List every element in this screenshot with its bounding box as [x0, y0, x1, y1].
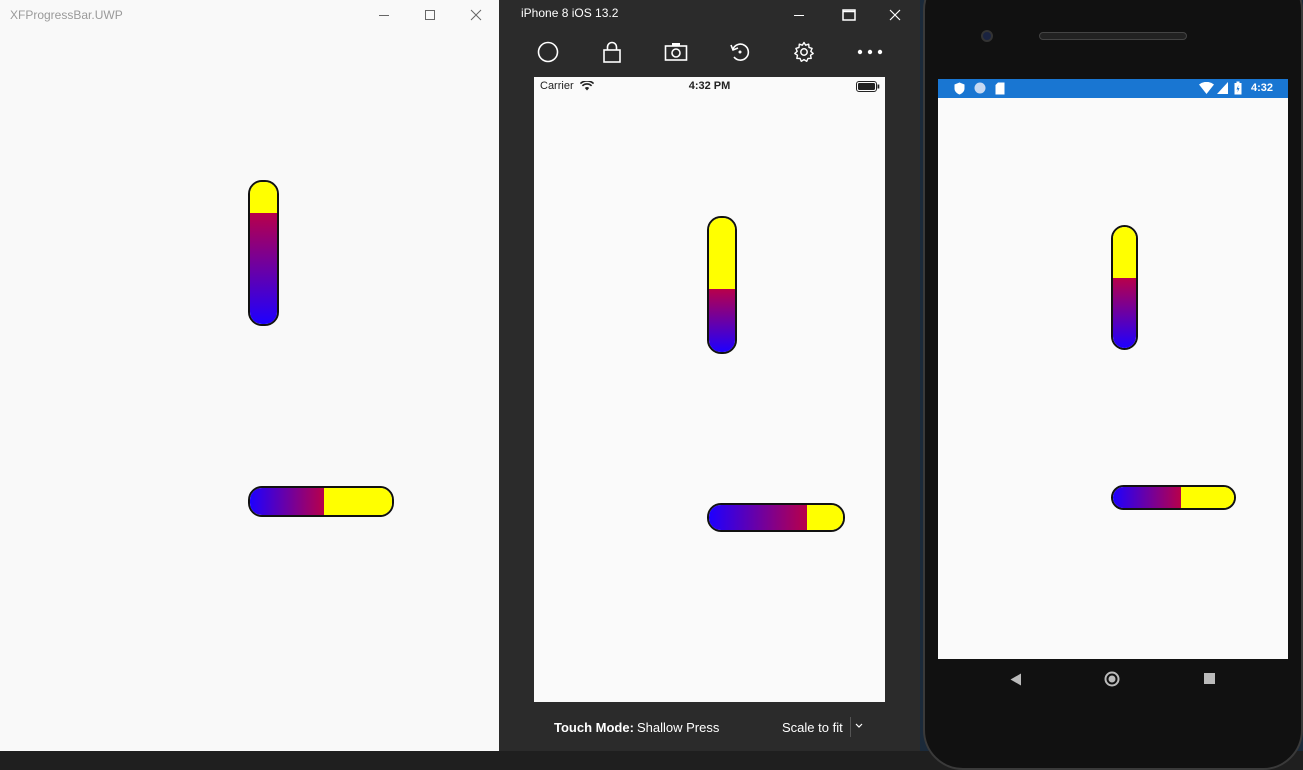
progress-fill — [1113, 487, 1181, 508]
ios-footer-bar: Touch Mode: Shallow Press Scale to fit — [499, 705, 920, 751]
horizontal-progress-bar — [707, 503, 845, 532]
speaker-grille — [1039, 32, 1187, 40]
progress-track — [806, 505, 843, 530]
recents-square-icon[interactable] — [1204, 673, 1215, 684]
horizontal-progress-bar — [248, 486, 394, 517]
back-triangle-icon[interactable] — [1010, 673, 1022, 686]
ios-time: 4:32 PM — [688, 80, 731, 92]
maximize-icon — [425, 10, 435, 20]
progress-track — [709, 218, 735, 290]
ios-close-button[interactable] — [875, 0, 915, 30]
maximize-button[interactable] — [407, 0, 453, 30]
progress-track — [250, 182, 277, 214]
ios-device-screen[interactable]: Carrier 4:32 PM — [534, 77, 885, 702]
circle-icon — [974, 82, 986, 94]
maximize-icon — [842, 9, 856, 21]
uwp-window: XFProgressBar.UWP — [0, 0, 499, 751]
progress-track — [1180, 487, 1234, 508]
touch-mode-value[interactable]: Shallow Press — [637, 720, 719, 735]
ios-simulator-window: iPhone 8 iOS 13.2 Carrier 4:32 PM Touch … — [499, 0, 920, 751]
vertical-progress-bar — [248, 180, 279, 326]
ios-maximize-button[interactable] — [829, 0, 869, 30]
progress-fill — [1113, 277, 1136, 348]
android-status-bar: 4:32 — [938, 79, 1288, 98]
minimize-button[interactable] — [361, 0, 407, 30]
close-icon — [889, 9, 901, 21]
progress-fill — [709, 289, 735, 352]
signal-icon — [1217, 82, 1228, 94]
ios-window-title: iPhone 8 iOS 13.2 — [521, 6, 619, 20]
android-time: 4:32 — [1251, 82, 1274, 94]
lock-icon — [603, 41, 621, 63]
uwp-window-title: XFProgressBar.UWP — [10, 8, 123, 22]
battery-charging-icon — [1234, 81, 1242, 95]
horizontal-progress-bar — [1111, 485, 1236, 510]
progress-track — [1113, 227, 1136, 278]
wifi-icon — [1199, 82, 1214, 94]
camera-lens-icon — [981, 30, 993, 42]
minimize-icon — [794, 15, 804, 16]
gear-icon — [794, 41, 814, 62]
more-button[interactable] — [850, 32, 890, 72]
ios-status-bar: Carrier 4:32 PM — [534, 77, 885, 97]
close-icon — [470, 9, 482, 21]
more-icon — [857, 49, 883, 55]
settings-button[interactable] — [784, 32, 824, 72]
sd-card-icon — [995, 82, 1005, 95]
minimize-icon — [379, 15, 389, 16]
lock-button[interactable] — [592, 32, 632, 72]
progress-fill — [250, 213, 277, 324]
camera-icon — [664, 43, 688, 61]
android-navigation-bar — [938, 659, 1288, 699]
screenshot-button[interactable] — [656, 32, 696, 72]
progress-fill — [250, 488, 324, 515]
rotate-icon — [730, 43, 750, 61]
vertical-progress-bar — [1111, 225, 1138, 350]
chevron-down-icon[interactable] — [855, 723, 863, 729]
battery-icon — [856, 81, 880, 92]
close-button[interactable] — [453, 0, 499, 30]
home-circle-icon[interactable] — [1104, 671, 1120, 687]
ios-minimize-button[interactable] — [779, 0, 819, 30]
touch-mode-label: Touch Mode: — [554, 720, 634, 735]
vertical-progress-bar — [707, 216, 737, 354]
android-device-screen[interactable]: 4:32 — [938, 79, 1288, 659]
progress-track — [323, 488, 392, 515]
progress-fill — [709, 505, 807, 530]
home-button[interactable] — [528, 32, 568, 72]
shield-icon — [954, 82, 965, 95]
footer-divider — [850, 717, 851, 737]
rotate-button[interactable] — [720, 32, 760, 72]
home-circle-icon — [537, 41, 559, 63]
scale-to-fit-select[interactable]: Scale to fit — [782, 720, 843, 735]
